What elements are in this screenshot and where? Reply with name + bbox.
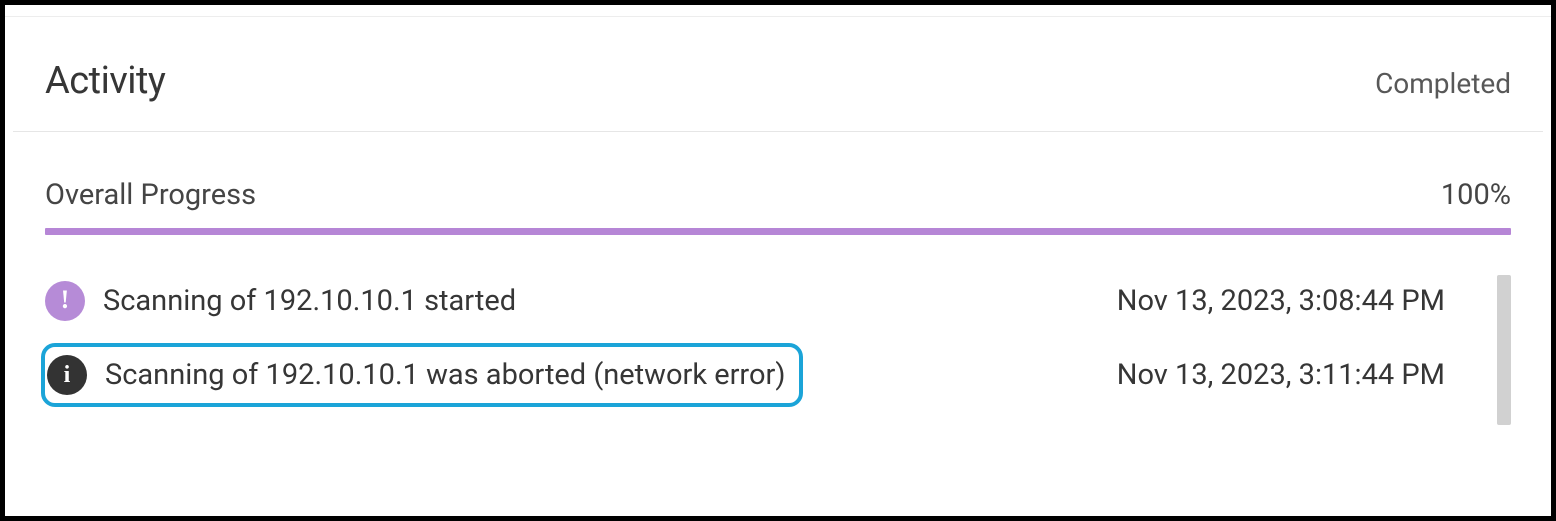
event-left: ! Scanning of 192.10.10.1 started: [45, 281, 1117, 321]
page-title: Activity: [45, 59, 165, 103]
event-timestamp: Nov 13, 2023, 3:11:44 PM: [1117, 358, 1445, 392]
list-item: ! Scanning of 192.10.10.1 started Nov 13…: [45, 275, 1481, 327]
event-message: Scanning of 192.10.10.1 was aborted (net…: [105, 358, 785, 392]
progress-percent: 100%: [1441, 178, 1511, 212]
event-timestamp: Nov 13, 2023, 3:08:44 PM: [1117, 284, 1445, 318]
highlighted-event: i Scanning of 192.10.10.1 was aborted (n…: [41, 343, 803, 407]
progress-row: Overall Progress 100%: [45, 178, 1511, 228]
activity-panel: Activity Completed: [5, 17, 1551, 131]
scrollbar[interactable]: [1497, 275, 1511, 425]
header-row: Activity Completed: [45, 17, 1511, 131]
content-container: Overall Progress 100% ! Scanning of 192.…: [5, 132, 1551, 413]
events-list: ! Scanning of 192.10.10.1 started Nov 13…: [45, 235, 1511, 413]
list-item: i Scanning of 192.10.10.1 was aborted (n…: [41, 327, 1481, 413]
progress-bar: [45, 228, 1511, 235]
event-left: i Scanning of 192.10.10.1 was aborted (n…: [41, 343, 1117, 407]
progress-section: Overall Progress 100%: [45, 132, 1511, 235]
progress-label: Overall Progress: [45, 178, 256, 212]
event-message: Scanning of 192.10.10.1 started: [103, 284, 516, 318]
exclamation-icon: !: [45, 281, 85, 321]
info-icon: i: [47, 355, 87, 395]
status-label: Completed: [1375, 67, 1511, 100]
